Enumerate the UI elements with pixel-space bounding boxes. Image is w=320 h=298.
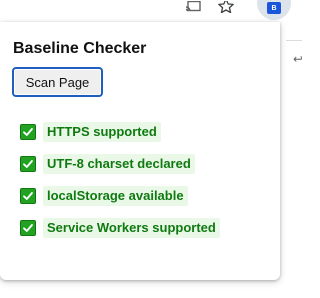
popup-title: Baseline Checker xyxy=(13,40,147,57)
check-result-item: UTF-8 charset declared xyxy=(20,153,220,175)
check-result-item: Service Workers supported xyxy=(20,217,220,239)
bookmark-star-icon[interactable] xyxy=(216,0,236,14)
scan-page-button[interactable]: Scan Page xyxy=(12,67,103,97)
check-result-item: HTTPS supported xyxy=(20,121,220,143)
check-result-label: localStorage available xyxy=(43,186,188,206)
check-mark-icon xyxy=(20,156,36,172)
check-result-label: UTF-8 charset declared xyxy=(43,154,195,174)
check-results-list: HTTPS supported UTF-8 charset declared l… xyxy=(20,121,220,249)
check-mark-icon xyxy=(20,220,36,236)
extension-icon: B xyxy=(267,2,281,14)
browser-window: B ↩ Baseline Checker Scan Page HTTPS sup… xyxy=(0,0,302,298)
browser-toolbar: B xyxy=(0,0,302,22)
check-mark-icon xyxy=(20,124,36,140)
page-edge-icon: ↩ xyxy=(293,52,302,66)
check-mark-icon xyxy=(20,188,36,204)
cast-icon[interactable] xyxy=(183,0,203,14)
page-divider xyxy=(286,40,302,41)
extension-popup: Baseline Checker Scan Page HTTPS support… xyxy=(0,22,280,280)
check-result-item: localStorage available xyxy=(20,185,220,207)
check-result-label: Service Workers supported xyxy=(43,218,220,238)
extension-button[interactable]: B xyxy=(257,0,291,20)
check-result-label: HTTPS supported xyxy=(43,122,161,142)
